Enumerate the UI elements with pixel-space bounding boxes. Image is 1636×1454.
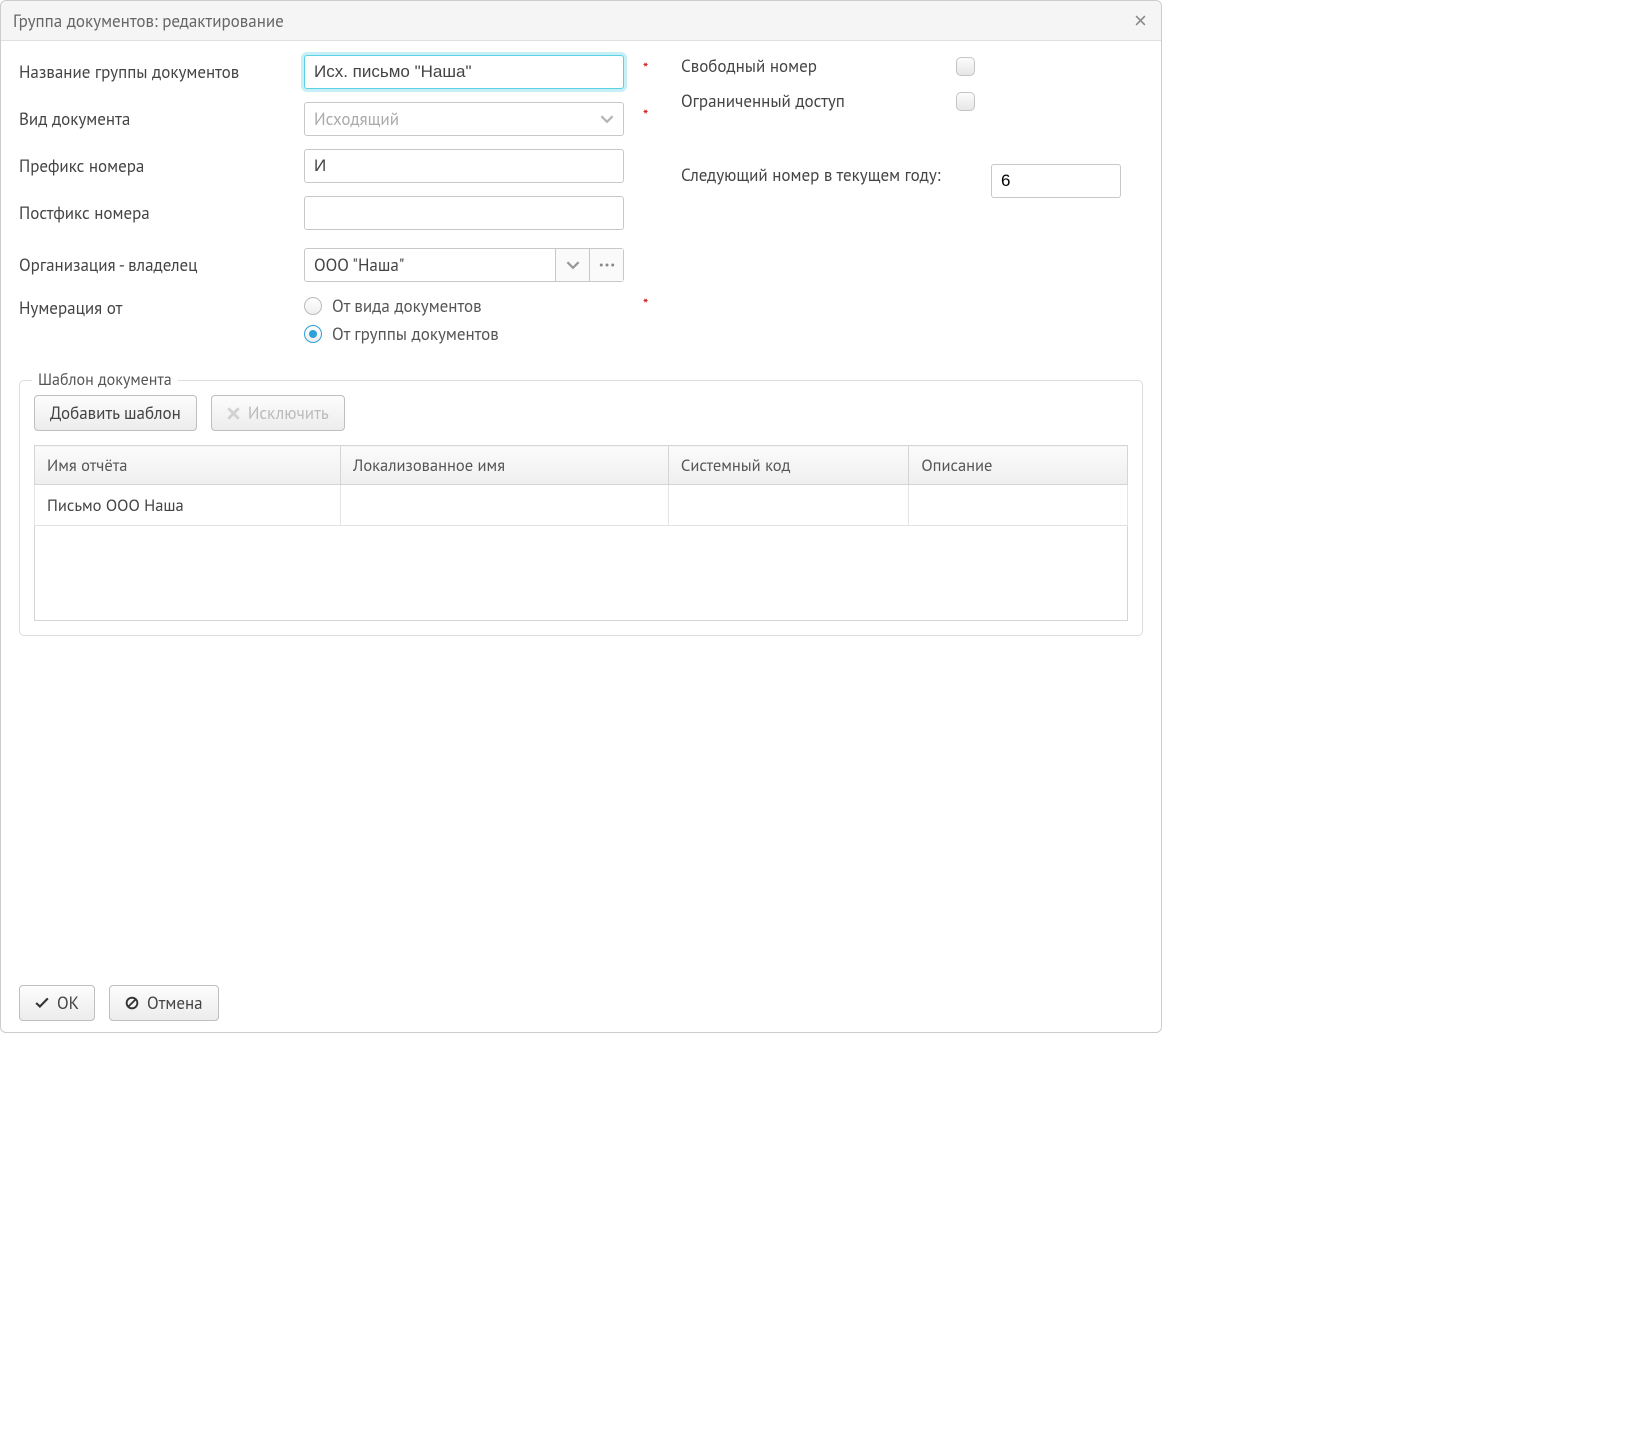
add-template-label: Добавить шаблон	[50, 402, 181, 424]
restricted-checkbox[interactable]	[956, 92, 975, 111]
org-lookup[interactable]: ООО "Наша"	[304, 248, 624, 282]
org-value: ООО "Наша"	[314, 254, 404, 276]
next-number-field[interactable]	[991, 164, 1121, 198]
col-report-name[interactable]: Имя отчёта	[35, 446, 341, 485]
free-number-checkbox[interactable]	[956, 57, 975, 76]
required-icon: *	[643, 59, 648, 78]
prefix-field[interactable]	[304, 149, 624, 183]
numbering-by-type-radio[interactable]	[304, 297, 322, 315]
remove-template-button[interactable]: Исключить	[211, 395, 345, 431]
ban-icon	[125, 996, 139, 1010]
restricted-label: Ограниченный доступ	[681, 90, 956, 112]
template-table: Имя отчёта Локализованное имя Системный …	[34, 445, 1128, 621]
dialog-content: Название группы документов * Вид докумен…	[1, 41, 1161, 972]
add-template-button[interactable]: Добавить шаблон	[34, 395, 197, 431]
ok-label: ОК	[57, 992, 79, 1014]
ellipsis-icon[interactable]	[589, 249, 623, 281]
prefix-label: Префикс номера	[19, 155, 304, 177]
titlebar: Группа документов: редактирование	[1, 1, 1161, 41]
chevron-down-icon[interactable]	[555, 249, 589, 281]
dialog-window: Группа документов: редактирование Назван…	[0, 0, 1162, 1033]
table-row[interactable]: Письмо ООО Наша	[35, 485, 1128, 526]
required-icon: *	[643, 295, 648, 314]
chevron-down-icon[interactable]	[589, 103, 623, 135]
remove-x-icon	[227, 407, 240, 420]
numbering-by-group-label: От группы документов	[332, 323, 499, 345]
doc-type-value: Исходящий	[314, 108, 399, 130]
required-icon: *	[643, 106, 648, 125]
postfix-field[interactable]	[304, 196, 624, 230]
cancel-button[interactable]: Отмена	[109, 985, 219, 1021]
col-localized[interactable]: Локализованное имя	[341, 446, 669, 485]
cell-name: Письмо ООО Наша	[35, 485, 341, 526]
next-number-label: Следующий номер в текущем году:	[681, 164, 991, 186]
template-legend: Шаблон документа	[32, 370, 178, 390]
doc-type-select[interactable]: Исходящий	[304, 102, 624, 136]
cell-desc	[909, 485, 1128, 526]
cell-localized	[341, 485, 669, 526]
name-label: Название группы документов	[19, 61, 304, 83]
close-icon[interactable]	[1131, 12, 1149, 30]
cell-code	[668, 485, 908, 526]
numbering-by-group-radio[interactable]	[304, 325, 322, 343]
col-description[interactable]: Описание	[909, 446, 1128, 485]
name-field[interactable]	[304, 55, 624, 89]
numbering-by-type-label: От вида документов	[332, 295, 482, 317]
ok-button[interactable]: ОК	[19, 985, 95, 1021]
check-icon	[35, 997, 49, 1009]
org-label: Организация - владелец	[19, 254, 304, 276]
template-fieldset: Шаблон документа Добавить шаблон Исключи…	[19, 380, 1143, 636]
type-label: Вид документа	[19, 108, 304, 130]
remove-template-label: Исключить	[248, 402, 329, 424]
postfix-label: Постфикс номера	[19, 202, 304, 224]
dialog-footer: ОК Отмена	[1, 972, 1161, 1032]
free-number-label: Свободный номер	[681, 55, 956, 77]
window-title: Группа документов: редактирование	[13, 10, 1131, 32]
numbering-label: Нумерация от	[19, 295, 304, 319]
col-system-code[interactable]: Системный код	[668, 446, 908, 485]
cancel-label: Отмена	[147, 992, 203, 1014]
